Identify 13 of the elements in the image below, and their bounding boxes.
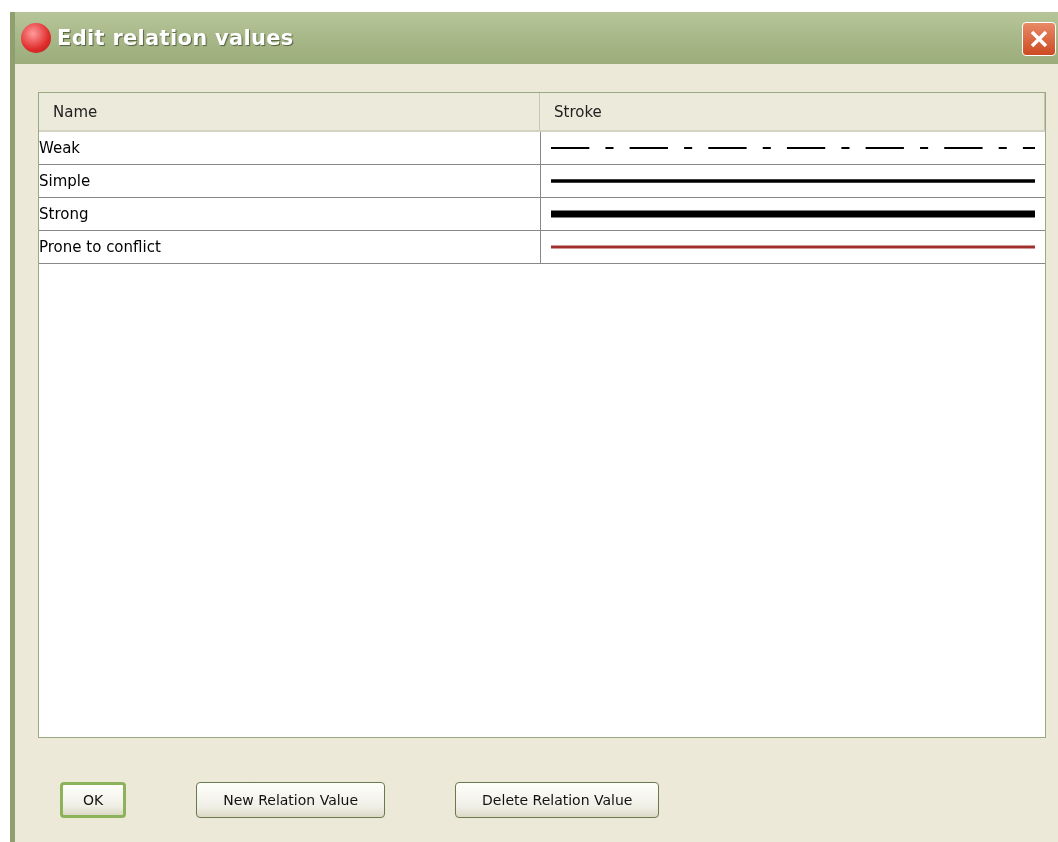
window-icon <box>21 23 51 53</box>
dialog-button[interactable]: OK <box>60 782 127 818</box>
column-header[interactable]: Stroke <box>540 93 1045 130</box>
close-icon <box>1028 28 1050 50</box>
window-title: Edit relation values <box>57 26 294 50</box>
table-cell: Prone to conflict <box>39 231 541 263</box>
dialog-button[interactable]: New Relation Value <box>196 782 386 818</box>
table-cell: Strong <box>39 198 541 230</box>
dialog-button[interactable]: Delete Relation Value <box>455 782 660 818</box>
close-button[interactable] <box>1022 22 1056 56</box>
table-cell: Weak <box>39 132 541 164</box>
column-header[interactable]: Name <box>39 93 540 130</box>
table-cell: Simple <box>39 165 541 197</box>
